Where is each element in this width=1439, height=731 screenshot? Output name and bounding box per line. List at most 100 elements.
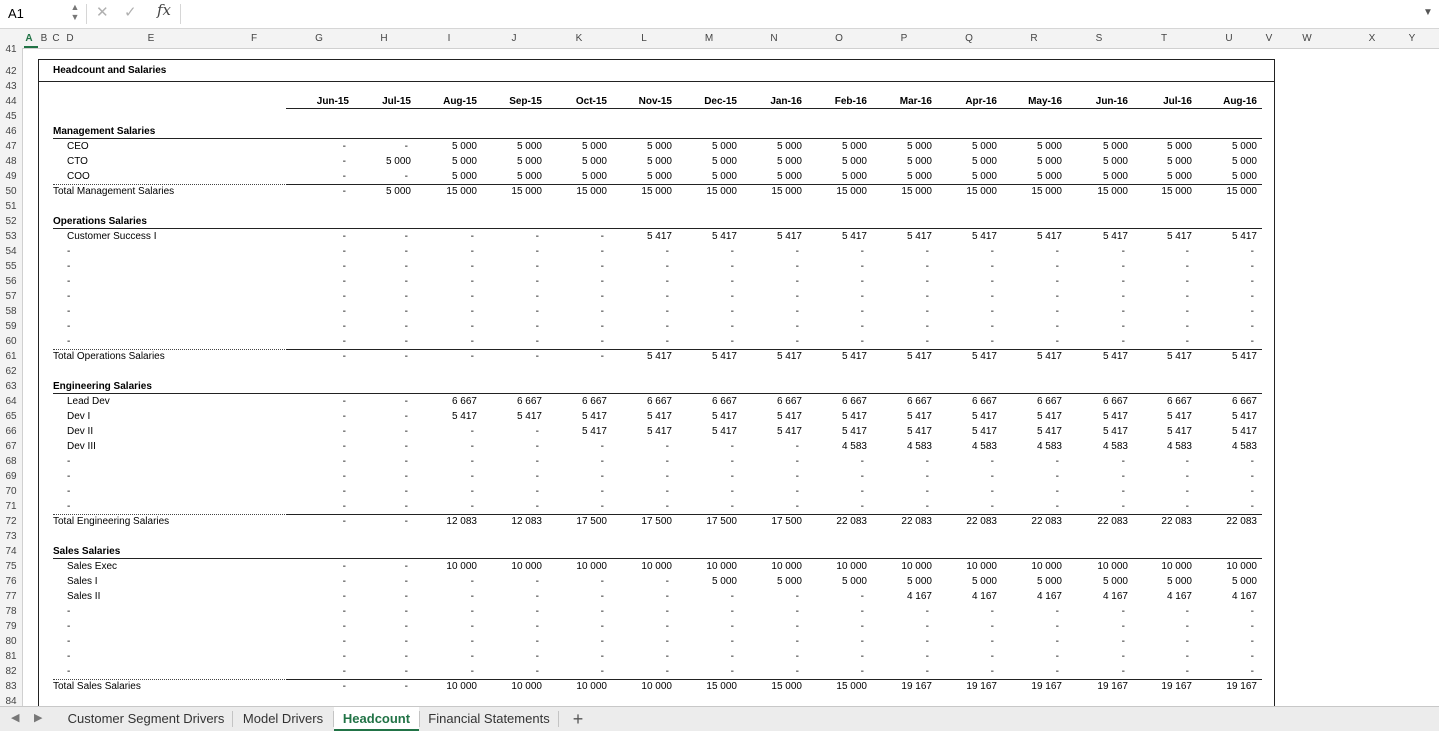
value-cell[interactable]: 6 667 <box>417 395 477 408</box>
column-header-c[interactable]: C <box>52 29 59 48</box>
value-cell[interactable]: - <box>1068 635 1125 648</box>
value-cell[interactable]: - <box>482 230 539 243</box>
value-cell[interactable]: 5 000 <box>1197 575 1257 588</box>
row-header-62[interactable]: 62 <box>0 364 22 379</box>
value-cell[interactable]: - <box>547 305 604 318</box>
row-label[interactable]: - <box>67 320 70 333</box>
value-cell[interactable]: - <box>677 290 734 303</box>
value-cell[interactable]: 5 000 <box>1132 140 1192 153</box>
value-cell[interactable]: - <box>482 290 539 303</box>
formula-input[interactable] <box>184 0 1414 27</box>
value-cell[interactable]: 10 000 <box>1197 560 1257 573</box>
row-header-73[interactable]: 73 <box>0 529 22 544</box>
row-label[interactable]: Dev I <box>67 410 90 423</box>
value-cell[interactable]: 5 000 <box>482 170 542 183</box>
value-cell[interactable]: - <box>547 665 604 678</box>
column-header-t[interactable]: T <box>1161 29 1167 48</box>
value-cell[interactable]: - <box>289 305 346 318</box>
column-header-b[interactable]: B <box>41 29 48 48</box>
value-cell[interactable]: - <box>1197 245 1254 258</box>
value-cell[interactable]: - <box>872 305 929 318</box>
value-cell[interactable]: 22 083 <box>1197 515 1257 528</box>
value-cell[interactable]: - <box>742 440 799 453</box>
value-cell[interactable]: - <box>417 590 474 603</box>
value-cell[interactable]: 5 417 <box>872 425 932 438</box>
value-cell[interactable]: 5 417 <box>1197 410 1257 423</box>
value-cell[interactable]: - <box>1132 665 1189 678</box>
value-cell[interactable]: - <box>417 665 474 678</box>
value-cell[interactable]: - <box>612 245 669 258</box>
value-cell[interactable]: - <box>289 455 346 468</box>
value-cell[interactable]: 17 500 <box>742 515 802 528</box>
cancel-icon[interactable]: ✕ <box>96 3 112 23</box>
value-cell[interactable]: - <box>482 590 539 603</box>
value-cell[interactable]: - <box>872 665 929 678</box>
value-cell[interactable]: - <box>1002 635 1059 648</box>
value-cell[interactable]: 5 000 <box>937 170 997 183</box>
value-cell[interactable]: - <box>1132 335 1189 348</box>
value-cell[interactable]: - <box>351 470 408 483</box>
value-cell[interactable]: - <box>351 455 408 468</box>
value-cell[interactable]: 5 000 <box>872 575 932 588</box>
column-header-o[interactable]: O <box>835 29 843 48</box>
value-cell[interactable]: - <box>417 320 474 333</box>
value-cell[interactable]: 5 417 <box>742 425 802 438</box>
row-label[interactable]: - <box>67 485 70 498</box>
value-cell[interactable]: - <box>872 335 929 348</box>
row-label[interactable]: - <box>67 605 70 618</box>
value-cell[interactable]: - <box>547 350 604 363</box>
value-cell[interactable]: - <box>547 590 604 603</box>
value-cell[interactable]: - <box>742 305 799 318</box>
value-cell[interactable]: - <box>742 665 799 678</box>
value-cell[interactable]: - <box>612 485 669 498</box>
row-label[interactable]: Sales I <box>67 575 98 588</box>
column-header-l[interactable]: L <box>641 29 647 48</box>
previous-sheet-icon[interactable]: ◀ <box>11 711 19 724</box>
value-cell[interactable]: - <box>677 590 734 603</box>
value-cell[interactable]: - <box>1132 500 1189 513</box>
value-cell[interactable]: - <box>807 320 864 333</box>
value-cell[interactable]: - <box>1068 650 1125 663</box>
value-cell[interactable]: 15 000 <box>807 185 867 198</box>
value-cell[interactable]: 5 417 <box>742 410 802 423</box>
value-cell[interactable]: 5 417 <box>1132 230 1192 243</box>
value-cell[interactable]: - <box>1197 275 1254 288</box>
value-cell[interactable]: 10 000 <box>612 560 672 573</box>
row-label[interactable]: CEO <box>67 140 89 153</box>
value-cell[interactable]: 5 417 <box>807 350 867 363</box>
value-cell[interactable]: - <box>612 665 669 678</box>
total-row-label[interactable]: Total Operations Salaries <box>53 350 165 363</box>
value-cell[interactable]: - <box>417 230 474 243</box>
value-cell[interactable]: - <box>482 305 539 318</box>
value-cell[interactable]: - <box>937 305 994 318</box>
value-cell[interactable]: - <box>547 290 604 303</box>
value-cell[interactable]: - <box>482 350 539 363</box>
value-cell[interactable]: 15 000 <box>417 185 477 198</box>
value-cell[interactable]: 5 417 <box>1068 230 1128 243</box>
value-cell[interactable]: - <box>289 140 346 153</box>
value-cell[interactable]: 5 417 <box>937 350 997 363</box>
row-header-81[interactable]: 81 <box>0 649 22 664</box>
value-cell[interactable]: 15 000 <box>612 185 672 198</box>
row-header-77[interactable]: 77 <box>0 589 22 604</box>
value-cell[interactable]: 5 000 <box>742 155 802 168</box>
row-header-67[interactable]: 67 <box>0 439 22 454</box>
value-cell[interactable]: 5 417 <box>1132 425 1192 438</box>
value-cell[interactable]: - <box>1132 650 1189 663</box>
value-cell[interactable]: - <box>742 500 799 513</box>
value-cell[interactable]: - <box>612 605 669 618</box>
value-cell[interactable]: - <box>1002 260 1059 273</box>
value-cell[interactable]: 5 000 <box>872 140 932 153</box>
row-header-41[interactable]: 41 <box>0 43 22 56</box>
value-cell[interactable]: - <box>1002 275 1059 288</box>
value-cell[interactable]: - <box>547 500 604 513</box>
value-cell[interactable]: 6 667 <box>547 395 607 408</box>
value-cell[interactable]: 10 000 <box>1132 560 1192 573</box>
value-cell[interactable]: 15 000 <box>1068 185 1128 198</box>
name-box[interactable]: A1 <box>0 0 66 27</box>
value-cell[interactable]: - <box>742 650 799 663</box>
value-cell[interactable]: 5 000 <box>612 155 672 168</box>
value-cell[interactable]: 5 000 <box>677 575 737 588</box>
value-cell[interactable]: 4 167 <box>1002 590 1062 603</box>
row-header-57[interactable]: 57 <box>0 289 22 304</box>
